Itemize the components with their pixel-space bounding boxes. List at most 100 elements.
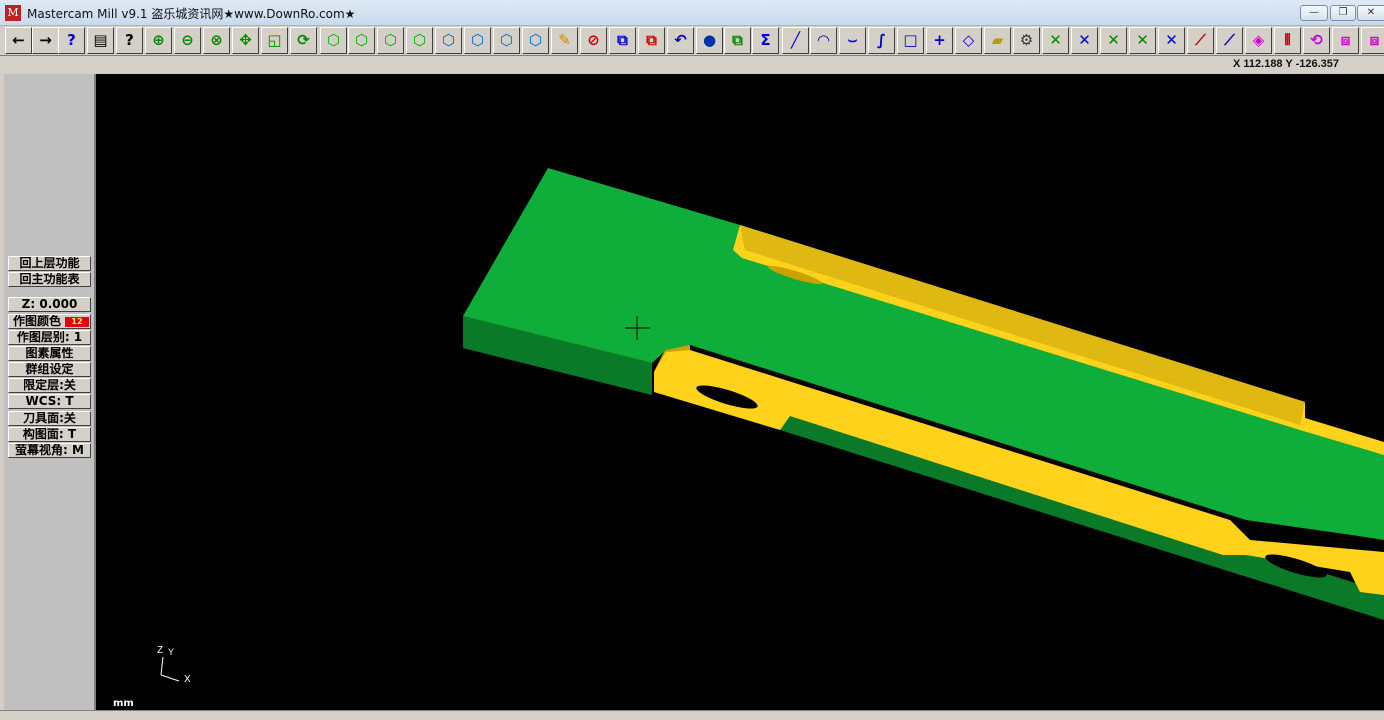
menu-main-button[interactable]: 回主功能表 [8, 272, 91, 287]
sum-button[interactable]: Σ [752, 27, 779, 54]
graphics-viewport[interactable] [96, 74, 1384, 710]
menu-back-button[interactable]: 回上层功能 [8, 256, 91, 271]
shade-icon: ✎ [558, 31, 571, 49]
xform-icon: ◈ [1252, 31, 1265, 49]
group-button[interactable]: ⧉ [724, 27, 751, 54]
pan-icon: ✥ [239, 31, 252, 49]
view-top-button[interactable]: ⬡ [320, 27, 347, 54]
surface-button[interactable]: ◇ [955, 27, 982, 54]
cursor-coordinates: X 112.188 Y -126.357 [1233, 58, 1340, 70]
delete-button[interactable]: ⊘ [580, 27, 607, 54]
screen-view-button[interactable]: 萤幕视角: M [8, 443, 91, 458]
regen-icon: ⧉ [646, 31, 657, 49]
rotate-button[interactable]: ⟳ [290, 27, 317, 54]
delete-icon: ⊘ [587, 31, 600, 49]
menu-panel: 回上层功能 回主功能表 Z: 0.000 作图颜色 12 作图层别: 1 图素属… [4, 74, 96, 710]
group-button[interactable]: 群组设定 [8, 362, 91, 377]
tool-plane-button[interactable]: 刀具面:关 [8, 411, 91, 426]
undo-button[interactable]: ↶ [667, 27, 694, 54]
mirror-button[interactable]: ⫴ [1274, 27, 1301, 54]
screen-button[interactable]: ⧉ [609, 27, 636, 54]
mirror-icon: ⫴ [1284, 31, 1291, 49]
group-icon: ⧉ [732, 31, 743, 49]
color-swatch: 12 [65, 317, 89, 327]
axis-z-label: Z [157, 645, 164, 656]
wcs-button[interactable]: WCS: T [8, 394, 91, 409]
main-toolbar: ← →? ▤? ⊕ ⊖ ⊗ ✥ ◱ ⟳ ⬡ ⬡ ⬡ ⬡ ⬡ ⬡ ⬡ ⬡ ✎ ⊘ ⧉ ⧉ ↶ ● ⧉ Σ ╱ ◠ ⌣ ∫ □ + ◇ ▰ ⚙ ✕ ✕ ✕ ✕… [0, 26, 1384, 56]
view-iso-icon: ⬡ [412, 31, 427, 49]
toolpath-button[interactable]: ⚙ [1013, 27, 1040, 54]
sphere-icon: ● [702, 31, 717, 49]
cplane-front-icon: ⬡ [470, 31, 485, 49]
mastercam-logo-icon[interactable]: M [5, 5, 21, 21]
zoom-out-button[interactable]: ⊖ [174, 27, 201, 54]
scale-button[interactable]: ⧈ [1332, 27, 1359, 54]
zoom-button[interactable]: ⊗ [203, 27, 230, 54]
maximize-button[interactable]: ❐ [1330, 5, 1356, 21]
limit-layer-button[interactable]: 限定层:关 [8, 378, 91, 393]
part-model [463, 168, 1384, 620]
zoom-out-icon: ⊖ [181, 31, 194, 49]
window-title: Mastercam Mill v9.1 盗乐城资讯网★www.DownRo.co… [27, 7, 356, 21]
extend-button[interactable]: ✕ [1158, 27, 1185, 54]
spline-icon: ∫ [876, 31, 887, 49]
translate-button[interactable]: ⧈ [1361, 27, 1384, 54]
trim-two-button[interactable]: ✕ [1071, 27, 1098, 54]
trim-icon: ✕ [1049, 31, 1062, 49]
construct-color-button[interactable]: 作图颜色 12 [8, 314, 91, 329]
cplane-3d-button[interactable]: ⬡ [522, 27, 549, 54]
close-button[interactable]: ✕ [1357, 5, 1384, 21]
cplane-3d-icon: ⬡ [528, 31, 543, 49]
trim-three-button[interactable]: ✕ [1100, 27, 1127, 54]
spline-button[interactable]: ∫ [868, 27, 895, 54]
fillet-button[interactable]: ⌣ [839, 27, 866, 54]
view-side-button[interactable]: ⬡ [377, 27, 404, 54]
join-icon: ⟋ [1195, 31, 1206, 49]
trim-button[interactable]: ✕ [1042, 27, 1069, 54]
line-button[interactable]: ╱ [782, 27, 809, 54]
undo-icon: ↶ [674, 31, 687, 49]
help-icon: ? [67, 31, 76, 49]
join-button[interactable]: ⟋ [1187, 27, 1214, 54]
back-arrow-button[interactable]: ← [5, 27, 32, 54]
sphere-button[interactable]: ● [696, 27, 723, 54]
translate-icon: ⧈ [1369, 31, 1380, 49]
arc-button[interactable]: ◠ [810, 27, 837, 54]
fillet-icon: ⌣ [847, 31, 858, 49]
forward-arrow-icon: → [39, 31, 52, 49]
rotate-xform-button[interactable]: ⟲ [1303, 27, 1330, 54]
cplane-front-button[interactable]: ⬡ [464, 27, 491, 54]
zoom-window-icon: ⊕ [152, 31, 165, 49]
modify-button[interactable]: ⟋ [1216, 27, 1243, 54]
view-top-icon: ⬡ [326, 31, 341, 49]
cplane-top-button[interactable]: ⬡ [435, 27, 462, 54]
break-button[interactable]: ✕ [1129, 27, 1156, 54]
query-button[interactable]: ? [116, 27, 143, 54]
zoom-window-button[interactable]: ⊕ [145, 27, 172, 54]
fit-icon: ◱ [267, 31, 282, 49]
construct-plane-button[interactable]: 构图面: T [8, 427, 91, 442]
help-button[interactable]: ? [58, 27, 85, 54]
regen-button[interactable]: ⧉ [638, 27, 665, 54]
solid-button[interactable]: ▰ [984, 27, 1011, 54]
view-front-button[interactable]: ⬡ [348, 27, 375, 54]
forward-arrow-button[interactable]: → [32, 27, 59, 54]
xform-button[interactable]: ◈ [1245, 27, 1272, 54]
point-icon: + [933, 31, 946, 49]
rectangle-icon: □ [903, 31, 918, 49]
analyze-button[interactable]: ▤ [87, 27, 114, 54]
axis-indicator: Z Y X [155, 645, 195, 685]
cplane-side-button[interactable]: ⬡ [493, 27, 520, 54]
z-depth-button[interactable]: Z: 0.000 [8, 297, 91, 312]
point-button[interactable]: + [926, 27, 953, 54]
units-label: mm [113, 698, 134, 709]
rectangle-button[interactable]: □ [897, 27, 924, 54]
attributes-button[interactable]: 图素属性 [8, 346, 91, 361]
construct-layer-button[interactable]: 作图层别: 1 [8, 330, 91, 345]
fit-button[interactable]: ◱ [261, 27, 288, 54]
view-iso-button[interactable]: ⬡ [406, 27, 433, 54]
shade-button[interactable]: ✎ [551, 27, 578, 54]
pan-button[interactable]: ✥ [232, 27, 259, 54]
minimize-button[interactable]: — [1300, 5, 1328, 21]
coordinate-bar: X 112.188 Y -126.357 [0, 56, 1384, 74]
